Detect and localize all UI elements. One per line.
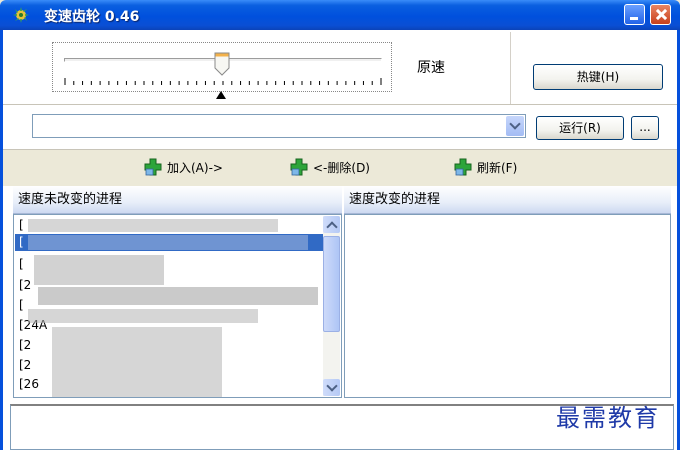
refresh-button[interactable]: 刷新(F) (454, 156, 517, 178)
redacted-text (28, 219, 278, 232)
redacted-text (38, 287, 318, 305)
list-item[interactable]: [2 (19, 277, 31, 294)
unchanged-list-header: 速度未改变的进程 (13, 186, 342, 214)
panel-divider (510, 32, 511, 104)
plus-icon (290, 158, 308, 176)
speed-label: 原速 (417, 60, 445, 76)
divider (3, 104, 677, 105)
chevron-up-icon (326, 221, 338, 233)
redacted-text (28, 235, 308, 250)
run-button[interactable]: 运行(R) (536, 116, 624, 140)
list-item[interactable]: [ (19, 297, 24, 314)
close-button[interactable] (650, 4, 671, 25)
changed-process-list[interactable] (344, 214, 671, 398)
chevron-down-icon (326, 380, 338, 392)
redacted-text (28, 309, 258, 323)
hotkey-button[interactable]: 热键(H) (533, 64, 663, 90)
list-item[interactable]: [ (19, 217, 24, 234)
list-item[interactable]: [26 (19, 376, 39, 393)
speed-slider-thumb[interactable] (214, 52, 230, 76)
more-button[interactable]: ... (631, 116, 659, 140)
chevron-down-icon (509, 118, 521, 130)
refresh-button-label: 刷新(F) (477, 160, 518, 175)
watermark-text: 最需教育 (556, 404, 660, 432)
list-item[interactable]: [ (19, 256, 24, 273)
normal-speed-marker (216, 91, 226, 99)
vertical-scrollbar[interactable] (323, 216, 340, 396)
changed-list-header: 速度改变的进程 (344, 186, 671, 214)
window-title: 变速齿轮 0.46 (44, 9, 140, 25)
scroll-up-button[interactable] (323, 216, 340, 233)
scroll-thumb[interactable] (323, 236, 340, 332)
scroll-down-button[interactable] (323, 379, 340, 396)
list-item[interactable]: [2 (19, 357, 31, 374)
add-button-label: 加入(A)-> (167, 160, 223, 175)
combo-dropdown-button[interactable] (506, 116, 524, 136)
redacted-text (34, 255, 164, 285)
plus-icon (454, 158, 472, 176)
list-item[interactable]: [2 (19, 337, 31, 354)
gear-app-icon (13, 7, 29, 23)
slider-ticks (64, 78, 382, 85)
list-item[interactable]: [ (19, 234, 24, 251)
unchanged-process-list[interactable]: [ [ [ [2 [ [24A [2 [2 [26 (13, 214, 342, 398)
minimize-button[interactable] (624, 4, 645, 25)
remove-button[interactable]: <-删除(D) (290, 156, 370, 178)
add-button[interactable]: 加入(A)-> (144, 156, 223, 178)
process-combo[interactable] (32, 114, 526, 138)
redacted-text (52, 327, 222, 397)
title-bar[interactable]: 变速齿轮 0.46 (0, 0, 680, 30)
remove-button-label: <-删除(D) (313, 160, 370, 175)
plus-icon (144, 158, 162, 176)
